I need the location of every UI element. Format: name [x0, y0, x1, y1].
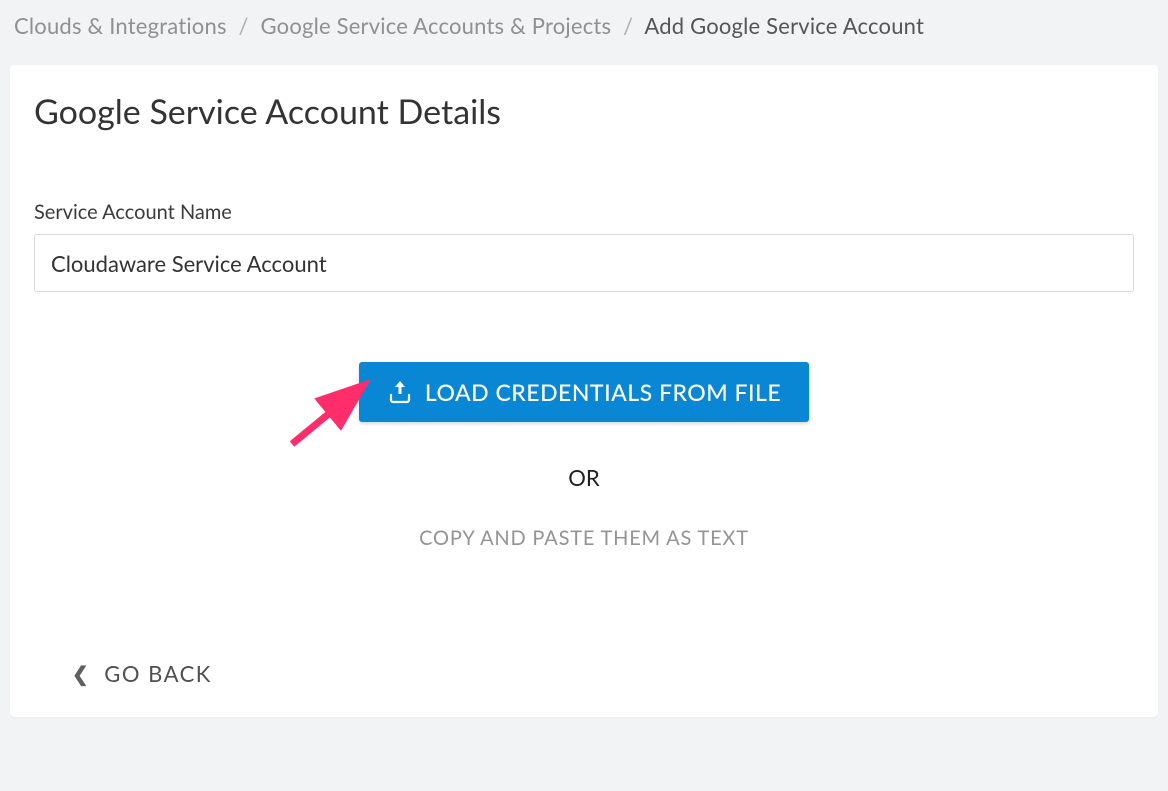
paste-as-text-button[interactable]: COPY AND PASTE THEM AS TEXT — [419, 526, 749, 550]
go-back-label: GO BACK — [104, 660, 212, 687]
service-account-name-label: Service Account Name — [34, 200, 1134, 224]
breadcrumb: Clouds & Integrations / Google Service A… — [0, 0, 1168, 47]
breadcrumb-link-clouds[interactable]: Clouds & Integrations — [14, 12, 227, 39]
page-title: Google Service Account Details — [34, 91, 1134, 132]
go-back-button[interactable]: ❮ GO BACK — [72, 660, 212, 687]
breadcrumb-separator: / — [623, 12, 633, 39]
breadcrumb-link-google[interactable]: Google Service Accounts & Projects — [261, 12, 612, 39]
breadcrumb-separator: / — [239, 12, 249, 39]
form-card: Google Service Account Details Service A… — [10, 65, 1158, 717]
service-account-name-input[interactable] — [34, 234, 1134, 292]
load-credentials-button[interactable]: LOAD CREDENTIALS FROM FILE — [359, 362, 809, 422]
breadcrumb-current: Add Google Service Account — [644, 12, 924, 39]
upload-icon — [387, 380, 413, 404]
chevron-left-icon: ❮ — [72, 662, 90, 686]
load-credentials-label: LOAD CREDENTIALS FROM FILE — [425, 378, 781, 406]
load-section: LOAD CREDENTIALS FROM FILE OR COPY AND P… — [34, 362, 1134, 550]
or-label: OR — [34, 464, 1134, 491]
